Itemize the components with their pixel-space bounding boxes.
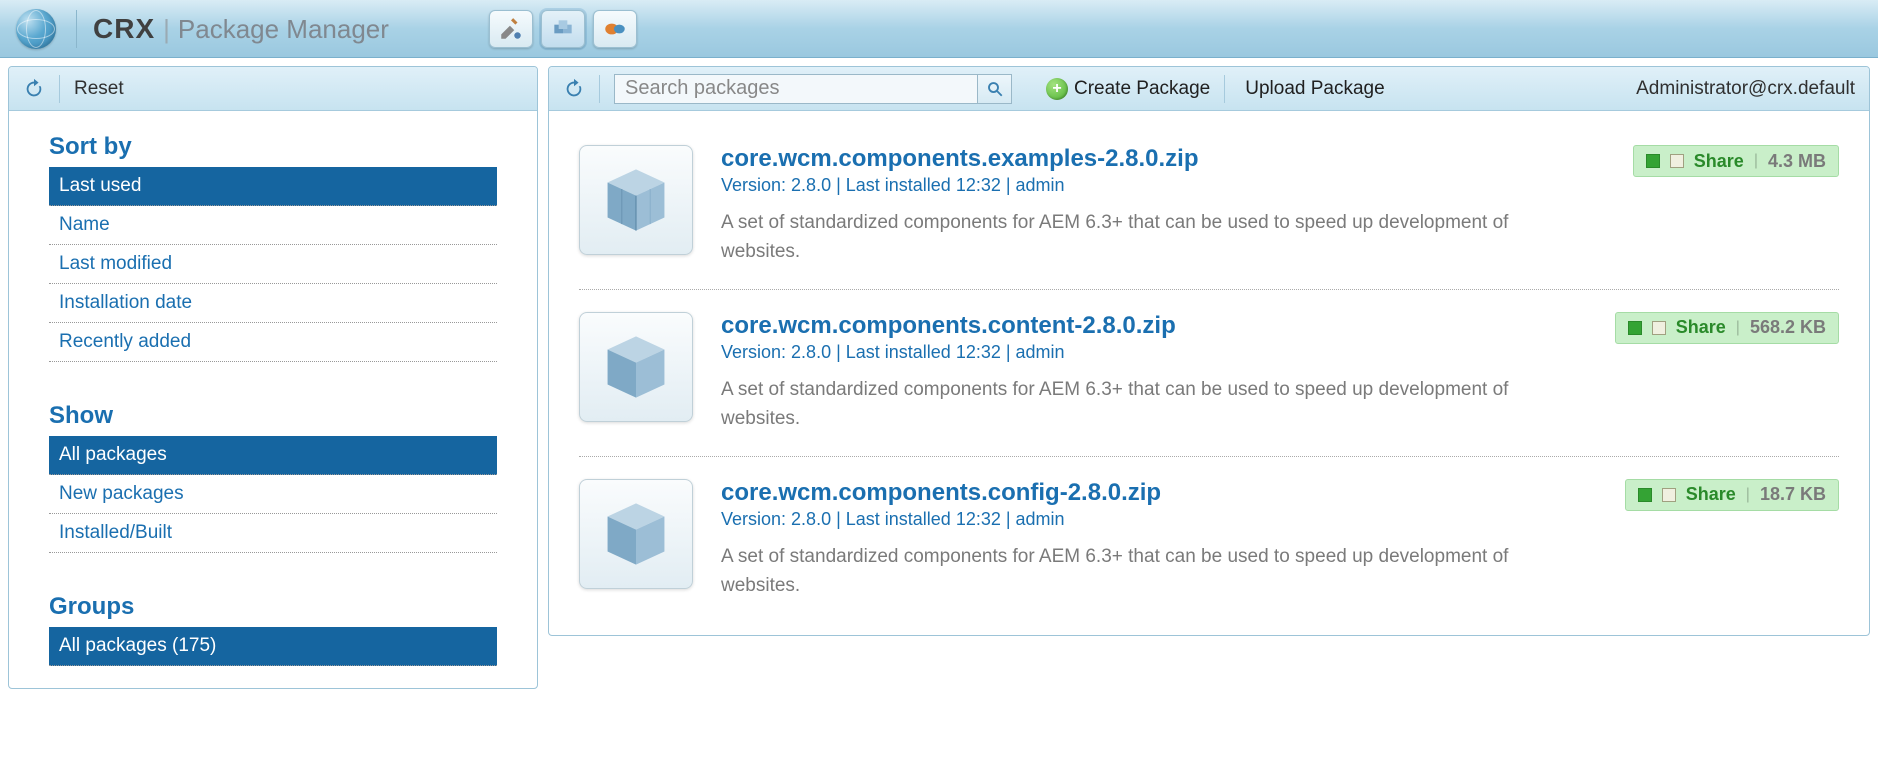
show-title: Show bbox=[49, 402, 497, 430]
create-package-button[interactable]: + Create Package bbox=[1046, 78, 1210, 100]
status-installed-icon bbox=[1646, 154, 1660, 168]
package-row: core.wcm.components.content-2.8.0.zip Ve… bbox=[579, 290, 1839, 457]
sort-section: Sort by Last used Name Last modified Ins… bbox=[49, 133, 497, 362]
filter-toolbar: Reset bbox=[9, 67, 537, 111]
package-name-link[interactable]: core.wcm.components.examples-2.8.0.zip bbox=[721, 145, 1605, 173]
share-link[interactable]: Share bbox=[1676, 317, 1726, 338]
status-built-icon bbox=[1670, 154, 1684, 168]
package-thumbnail[interactable] bbox=[579, 312, 693, 422]
magnifier-icon bbox=[986, 80, 1004, 98]
plus-icon: + bbox=[1046, 78, 1068, 100]
package-size: 18.7 KB bbox=[1760, 484, 1826, 505]
tools-icon[interactable] bbox=[489, 10, 533, 48]
divider bbox=[599, 75, 600, 103]
package-icon bbox=[601, 499, 671, 569]
package-panel: + Create Package Upload Package Administ… bbox=[548, 66, 1870, 636]
groups-section: Groups All packages (175) bbox=[49, 593, 497, 666]
show-option-new[interactable]: New packages bbox=[49, 475, 497, 514]
package-row: core.wcm.components.config-2.8.0.zip Ver… bbox=[579, 457, 1839, 623]
refresh-icon[interactable] bbox=[563, 78, 585, 100]
package-status-pill: Share | 568.2 KB bbox=[1615, 312, 1839, 344]
divider bbox=[59, 75, 60, 103]
divider: | bbox=[1746, 486, 1750, 504]
show-option-all[interactable]: All packages bbox=[49, 436, 497, 475]
packages-icon[interactable] bbox=[541, 10, 585, 48]
package-icon bbox=[601, 332, 671, 402]
status-installed-icon bbox=[1638, 488, 1652, 502]
status-built-icon bbox=[1652, 321, 1666, 335]
sort-option-installation-date[interactable]: Installation date bbox=[49, 284, 497, 323]
package-status-pill: Share | 18.7 KB bbox=[1625, 479, 1839, 511]
header-tool-group bbox=[489, 10, 637, 48]
search-wrap bbox=[614, 74, 1012, 104]
groups-title: Groups bbox=[49, 593, 497, 621]
package-meta: Version: 2.8.0 | Last installed 12:32 | … bbox=[721, 509, 1597, 530]
search-input[interactable] bbox=[614, 74, 978, 104]
sort-option-last-used[interactable]: Last used bbox=[49, 167, 497, 206]
sort-option-recently-added[interactable]: Recently added bbox=[49, 323, 497, 362]
app-title: CRX | Package Manager bbox=[93, 13, 389, 45]
package-name-link[interactable]: core.wcm.components.config-2.8.0.zip bbox=[721, 479, 1597, 507]
sort-option-last-modified[interactable]: Last modified bbox=[49, 245, 497, 284]
package-name-link[interactable]: core.wcm.components.content-2.8.0.zip bbox=[721, 312, 1587, 340]
divider bbox=[1224, 75, 1225, 103]
divider: | bbox=[1754, 152, 1758, 170]
package-toolbar: + Create Package Upload Package Administ… bbox=[549, 67, 1869, 111]
share-link[interactable]: Share bbox=[1694, 151, 1744, 172]
refresh-icon[interactable] bbox=[23, 78, 45, 100]
groups-option-all[interactable]: All packages (175) bbox=[49, 627, 497, 666]
divider bbox=[76, 10, 77, 48]
current-user: Administrator@crx.default bbox=[1636, 78, 1855, 100]
package-list: core.wcm.components.examples-2.8.0.zip V… bbox=[549, 111, 1869, 635]
package-size: 4.3 MB bbox=[1768, 151, 1826, 172]
package-description: A set of standardized components for AEM… bbox=[721, 208, 1511, 267]
package-row: core.wcm.components.examples-2.8.0.zip V… bbox=[579, 123, 1839, 290]
globe-icon bbox=[16, 9, 56, 49]
app-header: CRX | Package Manager bbox=[0, 0, 1878, 58]
package-meta: Version: 2.8.0 | Last installed 12:32 | … bbox=[721, 175, 1605, 196]
package-size: 568.2 KB bbox=[1750, 317, 1826, 338]
upload-package-link[interactable]: Upload Package bbox=[1245, 78, 1384, 100]
show-section: Show All packages New packages Installed… bbox=[49, 402, 497, 553]
package-meta: Version: 2.8.0 | Last installed 12:32 | … bbox=[721, 342, 1587, 363]
package-thumbnail[interactable] bbox=[579, 479, 693, 589]
sort-title: Sort by bbox=[49, 133, 497, 161]
filter-panel: Reset Sort by Last used Name Last modifi… bbox=[8, 66, 538, 689]
package-status-pill: Share | 4.3 MB bbox=[1633, 145, 1839, 177]
app-title-abbrev: CRX bbox=[93, 13, 155, 45]
app-title-subtitle: Package Manager bbox=[178, 14, 389, 45]
app-title-separator: | bbox=[163, 14, 170, 45]
search-button[interactable] bbox=[978, 74, 1012, 104]
create-package-label: Create Package bbox=[1074, 78, 1210, 100]
show-option-installed[interactable]: Installed/Built bbox=[49, 514, 497, 553]
package-thumbnail[interactable] bbox=[579, 145, 693, 255]
share-link[interactable]: Share bbox=[1686, 484, 1736, 505]
status-installed-icon bbox=[1628, 321, 1642, 335]
browse-icon[interactable] bbox=[593, 10, 637, 48]
sort-option-name[interactable]: Name bbox=[49, 206, 497, 245]
package-icon bbox=[601, 165, 671, 235]
divider: | bbox=[1736, 319, 1740, 337]
reset-link[interactable]: Reset bbox=[74, 78, 124, 100]
package-description: A set of standardized components for AEM… bbox=[721, 375, 1511, 434]
status-built-icon bbox=[1662, 488, 1676, 502]
package-description: A set of standardized components for AEM… bbox=[721, 542, 1511, 601]
